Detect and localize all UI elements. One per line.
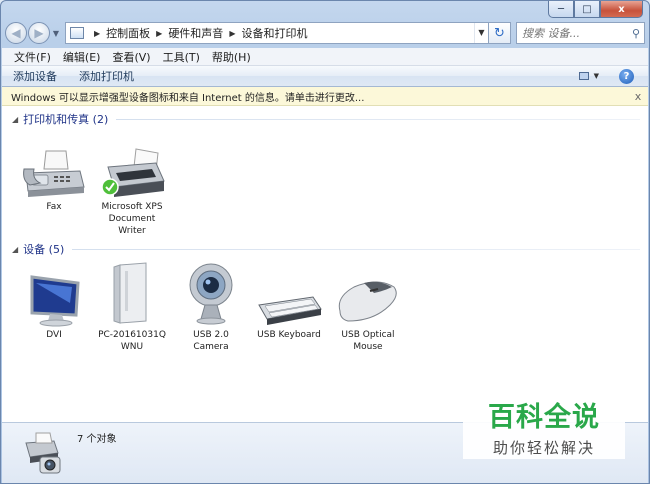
help-icon[interactable]: ? [619, 68, 634, 84]
forward-arrow-icon: ▶ [34, 26, 44, 40]
search-input[interactable] [522, 26, 628, 40]
add-printer-button[interactable]: 添加打印机 [79, 68, 134, 84]
device-computer[interactable]: PC-20161031Q WNU [96, 259, 168, 353]
breadcrumb-separator-icon[interactable]: ▶ [94, 29, 100, 38]
caption-buttons: ─ □ x [548, 1, 643, 18]
device-list: Windows 可以显示增强型设备图标和来自 Internet 的信息。请单击进… [2, 87, 648, 422]
device-webcam[interactable]: USB 2.0 Camera [175, 261, 247, 353]
group-header-printers[interactable]: ◢ 打印机和传真 (2) [12, 111, 640, 127]
breadcrumb-item[interactable]: 硬件和声音 [168, 25, 223, 41]
device-label: USB 2.0 Camera [193, 330, 229, 352]
group-title: 设备 (5) [23, 243, 65, 256]
breadcrumb-item[interactable]: 控制面板 [106, 25, 150, 41]
maximize-button[interactable]: □ [574, 1, 600, 18]
device-mouse[interactable]: USB Optical Mouse [332, 277, 404, 353]
group-title: 打印机和传真 (2) [23, 113, 109, 126]
collapse-triangle-icon[interactable]: ◢ [12, 245, 18, 254]
breadcrumb-separator-icon[interactable]: ▶ [229, 29, 235, 38]
group-header-devices[interactable]: ◢ 设备 (5) [12, 241, 640, 257]
device-dvi-monitor[interactable]: DVI [18, 273, 90, 341]
address-row: ◀ ▶ ▼ ▶ 控制面板 ▶ 硬件和声音 ▶ 设备和打印机 ▼ ↻ ⚲ [5, 21, 645, 45]
menu-tools[interactable]: 工具(T) [157, 49, 206, 65]
fax-icon [23, 150, 85, 197]
device-label: USB Keyboard [257, 330, 321, 340]
device-label: PC-20161031Q WNU [98, 330, 166, 352]
minimize-button[interactable]: ─ [548, 1, 574, 18]
watermark-title: 百科全说 [488, 402, 600, 433]
search-icon[interactable]: ⚲ [628, 27, 644, 40]
collapse-triangle-icon[interactable]: ◢ [12, 115, 18, 124]
mouse-icon [338, 281, 397, 322]
devices-printers-icon [25, 432, 61, 474]
address-bar[interactable]: ▶ 控制面板 ▶ 硬件和声音 ▶ 设备和打印机 ▼ [65, 22, 489, 44]
device-label: USB Optical Mouse [341, 330, 395, 352]
add-device-button[interactable]: 添加设备 [13, 68, 57, 84]
control-panel-icon [70, 27, 84, 39]
info-bar-close-button[interactable]: x [628, 90, 648, 103]
menu-view[interactable]: 查看(V) [106, 49, 156, 65]
address-dropdown-icon[interactable]: ▼ [474, 23, 488, 43]
close-button[interactable]: x [600, 1, 643, 18]
info-bar[interactable]: Windows 可以显示增强型设备图标和来自 Internet 的信息。请单击进… [2, 87, 648, 106]
device-label: Fax [46, 202, 62, 212]
refresh-icon: ↻ [494, 25, 505, 41]
refresh-button[interactable]: ↻ [489, 22, 511, 44]
monitor-icon [30, 275, 80, 327]
back-button[interactable]: ◀ [5, 22, 27, 44]
breadcrumb-item[interactable]: 设备和打印机 [241, 25, 307, 41]
menu-edit[interactable]: 编辑(E) [57, 49, 107, 65]
printer-icon [101, 148, 165, 197]
command-bar: 添加设备 添加打印机 ▼ ? [2, 66, 648, 87]
change-view-icon[interactable] [578, 72, 589, 80]
device-label: Microsoft XPS Document Writer [101, 202, 163, 236]
computer-icon [113, 262, 147, 324]
menu-bar: 文件(F) 编辑(E) 查看(V) 工具(T) 帮助(H) [2, 48, 648, 66]
info-bar-text: Windows 可以显示增强型设备图标和来自 Internet 的信息。请单击进… [11, 92, 365, 104]
device-keyboard[interactable]: USB Keyboard [253, 293, 325, 341]
forward-button[interactable]: ▶ [28, 22, 50, 44]
item-count: 7 个对象 [77, 434, 117, 445]
breadcrumb-separator-icon[interactable]: ▶ [156, 29, 162, 38]
keyboard-icon [258, 296, 322, 325]
menu-help[interactable]: 帮助(H) [206, 49, 257, 65]
menu-file[interactable]: 文件(F) [8, 49, 57, 65]
device-xps-writer[interactable]: Microsoft XPS Document Writer [96, 147, 168, 237]
watermark-subtitle: 助你轻松解决 [492, 439, 595, 457]
explorer-window: ─ □ x ◀ ▶ ▼ ▶ 控制面板 ▶ 硬件和声音 ▶ 设备和打印机 ▼ ↻ … [0, 0, 650, 484]
search-box[interactable]: ⚲ [516, 22, 645, 44]
watermark: 百科全说 助你轻松解决 [463, 385, 625, 459]
device-label: DVI [46, 330, 62, 340]
recent-pages-dropdown[interactable]: ▼ [51, 29, 61, 38]
view-options-dropdown-icon[interactable]: ▼ [594, 72, 599, 80]
webcam-icon [189, 263, 233, 325]
back-arrow-icon: ◀ [11, 26, 21, 40]
device-fax[interactable]: Fax [18, 147, 90, 213]
